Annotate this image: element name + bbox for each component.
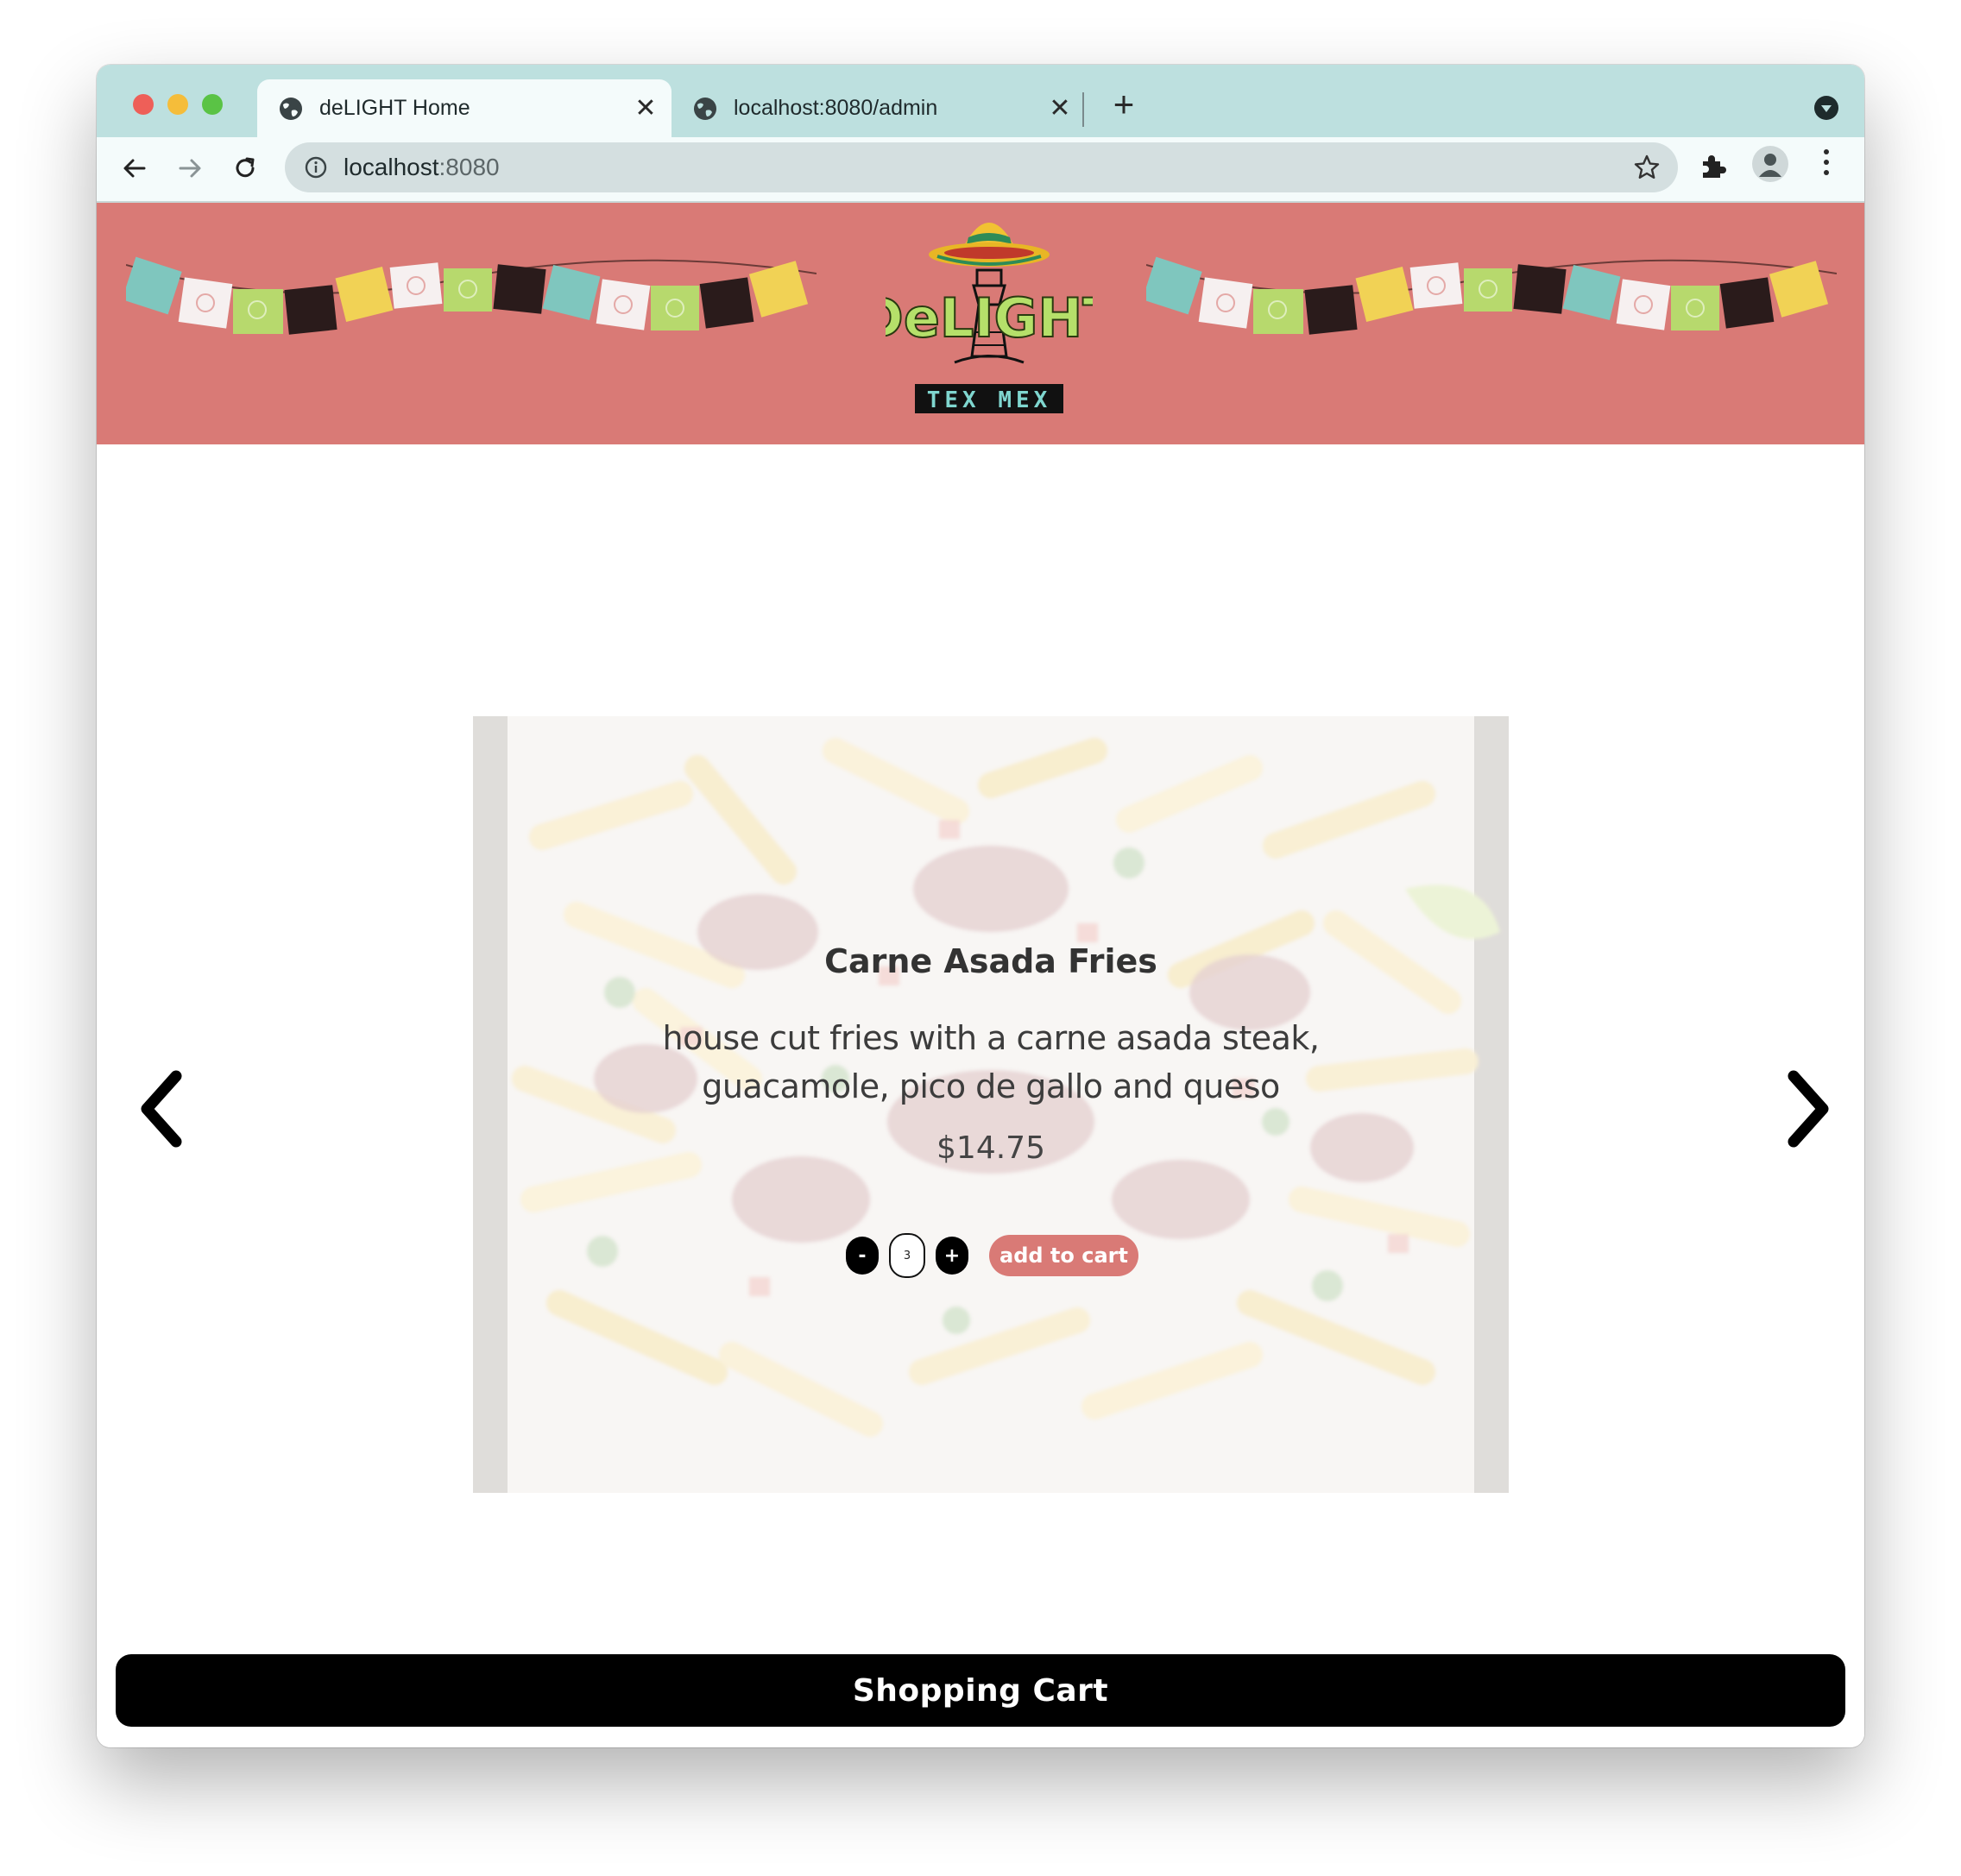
forward-button[interactable] [167,146,212,191]
delight-logo: DeLIGHT TEX MEX [886,223,1093,413]
browser-window: deLIGHT Home ✕ localhost:8080/admin ✕ + [97,65,1864,1747]
chevron-left-icon [141,1070,182,1148]
tab-title: localhost:8080/admin [734,96,938,120]
logo-text-bottom: TEX MEX [927,387,1052,413]
order-controls: - 3 + add to cart [846,1233,1138,1278]
globe-icon [694,97,716,120]
maximize-window-button[interactable] [202,94,223,115]
dish-description: house cut fries with a carne asada steak… [602,1014,1379,1111]
minimize-window-button[interactable] [167,94,188,115]
quantity-increment-button[interactable]: + [936,1237,968,1275]
chevron-down-icon[interactable] [1814,96,1838,120]
dish-description-line: guacamole, pico de gallo and queso [702,1067,1280,1105]
carousel-prev-button[interactable] [131,1066,192,1152]
papel-picado-banner [1146,256,1837,335]
arrow-right-icon [179,159,201,178]
globe-icon [280,97,302,120]
tab-separator [1082,92,1084,127]
close-icon[interactable]: ✕ [628,93,663,123]
tab-admin[interactable]: localhost:8080/admin ✕ [672,79,1086,137]
person-icon [1759,154,1781,177]
url-text[interactable]: localhost:8080 [344,154,1633,181]
tab-title: deLIGHT Home [319,96,470,120]
close-icon[interactable]: ✕ [1043,93,1077,123]
kebab-icon[interactable] [1818,149,1835,175]
dish-name: Carne Asada Fries [824,942,1157,980]
add-to-cart-button[interactable]: add to cart [989,1235,1138,1276]
plus-icon[interactable]: + [1105,84,1143,125]
close-window-button[interactable] [133,94,154,115]
dish-description-line: house cut fries with a carne asada steak… [662,1019,1321,1057]
back-button[interactable] [112,146,157,191]
tab-delight-home[interactable]: deLIGHT Home ✕ [257,79,672,137]
arrow-left-icon [123,159,146,178]
tab-strip: deLIGHT Home ✕ localhost:8080/admin ✕ + [97,65,1864,137]
puzzle-icon[interactable] [1699,151,1728,180]
quantity-decrement-button[interactable]: - [846,1237,879,1275]
shopping-cart-button[interactable]: Shopping Cart [116,1654,1845,1727]
browser-toolbar: localhost:8080 [97,137,1864,203]
site-header: DeLIGHT TEX MEX [97,203,1864,444]
profile-button[interactable] [1752,146,1788,182]
quantity-field[interactable]: 3 [889,1233,925,1278]
url-port: :8080 [438,154,500,180]
info-icon[interactable] [304,155,328,179]
address-bar[interactable]: localhost:8080 [285,142,1678,192]
page-content: DeLIGHT TEX MEX [97,203,1864,1747]
papel-picado-banner [126,256,817,335]
url-host: localhost [344,154,439,180]
dish-caption: Carne Asada Fries house cut fries with a… [473,716,1509,1493]
menu-carousel: Carne Asada Fries house cut fries with a… [473,716,1509,1493]
logo-text-top: DeLIGHT [886,286,1093,349]
reload-button[interactable] [223,146,268,191]
carousel-next-button[interactable] [1778,1066,1838,1152]
reload-icon [236,157,255,178]
chevron-right-icon [1788,1070,1829,1148]
dish-price: $14.75 [936,1130,1045,1166]
star-icon[interactable] [1633,154,1661,181]
